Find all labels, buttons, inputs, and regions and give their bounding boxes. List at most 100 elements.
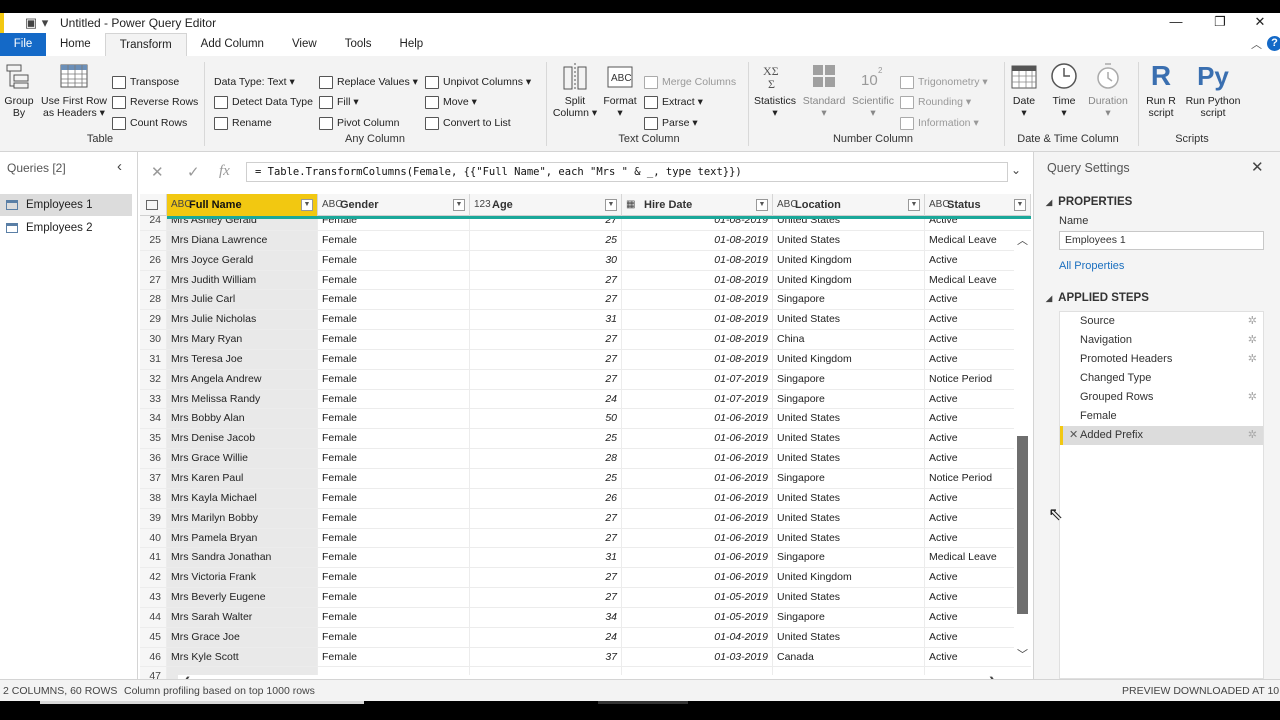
full-name-cell[interactable]: Mrs Teresa Joe xyxy=(167,349,318,369)
split-column-button[interactable]: Split Column ▾ xyxy=(552,61,598,119)
help-icon[interactable]: ? xyxy=(1267,36,1280,51)
gender-cell[interactable]: Female xyxy=(318,429,470,449)
date-button[interactable]: Date ▾ xyxy=(1006,61,1042,119)
table-row[interactable]: 34 Mrs Bobby Alan Female 50 01-06-2019 United… xyxy=(140,409,1031,430)
table-row[interactable]: 37 Mrs Karen Paul Female 25 01-06-2019 Singap… xyxy=(140,468,1031,489)
table-row[interactable]: 42 Mrs Victoria Frank Female 27 01-06-2019 Un… xyxy=(140,568,1031,589)
location-cell[interactable]: United Kingdom xyxy=(773,349,925,369)
column-filter-dropdown-icon[interactable]: ▼ xyxy=(301,199,313,211)
vertical-scrollbar[interactable]: ︿ ﹀ xyxy=(1014,232,1031,664)
reverse-rows-button[interactable]: Reverse Rows xyxy=(112,94,198,110)
column-type-icon[interactable]: ABC xyxy=(171,194,192,216)
unpivot-columns-button[interactable]: Unpivot Columns ▾ xyxy=(425,74,531,90)
full-name-cell[interactable]: Mrs Kyle Scott xyxy=(167,647,318,667)
gender-cell[interactable]: Female xyxy=(318,647,470,667)
location-cell[interactable]: China xyxy=(773,330,925,349)
table-menu-icon[interactable] xyxy=(140,194,167,216)
location-cell[interactable]: United States xyxy=(773,627,925,647)
table-row[interactable]: 39 Mrs Marilyn Bobby Female 27 01-06-2019 Uni… xyxy=(140,508,1031,529)
convert-to-list-button[interactable]: Convert to List xyxy=(425,115,511,131)
quick-access-dropdown-icon[interactable]: ▾ xyxy=(40,16,50,30)
table-row[interactable]: 38 Mrs Kayla Michael Female 26 01-06-2019 Uni… xyxy=(140,488,1031,509)
hire-date-cell[interactable]: 01-06-2019 xyxy=(622,468,773,488)
gear-icon[interactable]: ✲ xyxy=(1248,388,1257,407)
parse-button[interactable]: Parse ▾ xyxy=(644,115,698,131)
full-name-cell[interactable]: Mrs Grace Joe xyxy=(167,627,318,647)
age-cell[interactable]: 50 xyxy=(470,409,622,429)
full-name-cell[interactable]: Mrs Karen Paul xyxy=(167,468,318,488)
full-name-cell[interactable]: Mrs Angela Andrew xyxy=(167,369,318,389)
query-item[interactable]: Employees 1 xyxy=(0,194,132,216)
status-profiling[interactable]: Column profiling based on top 1000 rows xyxy=(124,685,315,697)
location-cell[interactable]: United States xyxy=(773,310,925,330)
scroll-down-icon[interactable]: ﹀ xyxy=(1017,646,1028,662)
gear-icon[interactable]: ✲ xyxy=(1248,426,1257,445)
age-cell[interactable]: 27 xyxy=(470,270,622,290)
column-type-icon[interactable]: ▦ xyxy=(626,194,635,216)
full-name-cell[interactable]: Mrs Bobby Alan xyxy=(167,409,318,429)
column-header-location[interactable]: ABC Location ▼ xyxy=(773,194,925,216)
hire-date-cell[interactable]: 01-07-2019 xyxy=(622,369,773,389)
pivot-column-button[interactable]: Pivot Column xyxy=(319,115,399,131)
run-python-script-button[interactable]: Py Run Python script xyxy=(1182,61,1244,119)
gear-icon[interactable]: ✲ xyxy=(1248,350,1257,369)
rename-button[interactable]: Rename xyxy=(214,115,272,131)
table-row[interactable]: 41 Mrs Sandra Jonathan Female 31 01-06-2019 S… xyxy=(140,548,1031,569)
data-type-dropdown[interactable]: Data Type: Text ▾ xyxy=(214,74,295,90)
all-properties-link[interactable]: All Properties xyxy=(1059,260,1124,272)
count-rows-button[interactable]: Count Rows xyxy=(112,115,187,131)
age-cell[interactable]: 26 xyxy=(470,488,622,508)
full-name-cell[interactable]: Mrs Julie Nicholas xyxy=(167,310,318,330)
table-row[interactable]: 35 Mrs Denise Jacob Female 25 01-06-2019 Unit… xyxy=(140,429,1031,450)
full-name-cell[interactable]: Mrs Victoria Frank xyxy=(167,568,318,588)
cancel-formula-icon[interactable]: ✕ xyxy=(151,163,164,181)
age-cell[interactable]: 25 xyxy=(470,429,622,449)
gender-cell[interactable]: Female xyxy=(318,230,470,250)
full-name-cell[interactable]: Mrs Mary Ryan xyxy=(167,330,318,349)
information-button[interactable]: Information ▾ xyxy=(900,115,979,131)
age-cell[interactable]: 37 xyxy=(470,647,622,667)
rounding-button[interactable]: Rounding ▾ xyxy=(900,94,971,110)
age-cell[interactable]: 27 xyxy=(470,588,622,607)
transpose-button[interactable]: Transpose xyxy=(112,74,179,90)
hire-date-cell[interactable]: 01-06-2019 xyxy=(622,429,773,449)
table-row[interactable]: 40 Mrs Pamela Bryan Female 27 01-06-2019 Unit… xyxy=(140,528,1031,549)
standard-button[interactable]: Standard ▾ xyxy=(800,61,848,119)
fill-button[interactable]: Fill ▾ xyxy=(319,94,359,110)
table-row[interactable]: 32 Mrs Angela Andrew Female 27 01-07-2019 Sin… xyxy=(140,369,1031,390)
close-window-icon[interactable]: ✕ xyxy=(1240,13,1280,33)
gender-cell[interactable]: Female xyxy=(318,588,470,607)
age-cell[interactable]: 27 xyxy=(470,568,622,588)
column-header-hire-date[interactable]: ▦ Hire Date ▼ xyxy=(622,194,773,216)
full-name-cell[interactable]: Mrs Joyce Gerald xyxy=(167,250,318,270)
age-cell[interactable]: 28 xyxy=(470,449,622,468)
gender-cell[interactable]: Female xyxy=(318,369,470,389)
hire-date-cell[interactable]: 01-06-2019 xyxy=(622,488,773,508)
hire-date-cell[interactable]: 01-04-2019 xyxy=(622,627,773,647)
hire-date-cell[interactable]: 01-08-2019 xyxy=(622,250,773,270)
format-button[interactable]: ABC Format ▾ xyxy=(600,61,640,119)
location-cell[interactable]: United Kingdom xyxy=(773,270,925,290)
hire-date-cell[interactable]: 01-08-2019 xyxy=(622,349,773,369)
column-filter-dropdown-icon[interactable]: ▼ xyxy=(1014,199,1026,211)
gender-cell[interactable]: Female xyxy=(318,290,470,310)
collapse-queries-icon[interactable]: ‹ xyxy=(117,158,122,175)
age-cell[interactable]: 25 xyxy=(470,230,622,250)
hire-date-cell[interactable]: 01-05-2019 xyxy=(622,588,773,607)
full-name-cell[interactable]: Mrs Julie Carl xyxy=(167,290,318,310)
gender-cell[interactable]: Female xyxy=(318,270,470,290)
applied-step[interactable]: ✕ Added Prefix ✲ xyxy=(1060,426,1263,445)
column-filter-dropdown-icon[interactable]: ▼ xyxy=(908,199,920,211)
table-row[interactable]: 25 Mrs Diana Lawrence Female 25 01-08-2019 Un… xyxy=(140,230,1031,251)
location-cell[interactable]: Singapore xyxy=(773,607,925,627)
gender-cell[interactable]: Female xyxy=(318,349,470,369)
hire-date-cell[interactable]: 01-08-2019 xyxy=(622,270,773,290)
table-row[interactable]: 31 Mrs Teresa Joe Female 27 01-08-2019 United… xyxy=(140,349,1031,370)
replace-values-button[interactable]: Replace Values ▾ xyxy=(319,74,418,90)
hire-date-cell[interactable]: 01-06-2019 xyxy=(622,409,773,429)
duration-button[interactable]: Duration ▾ xyxy=(1084,61,1132,119)
table-row[interactable]: 36 Mrs Grace Willie Female 28 01-06-2019 Unit… xyxy=(140,449,1031,469)
hire-date-cell[interactable]: 01-07-2019 xyxy=(622,389,773,409)
query-name-input[interactable]: Employees 1 xyxy=(1059,231,1264,250)
age-cell[interactable]: 31 xyxy=(470,310,622,330)
